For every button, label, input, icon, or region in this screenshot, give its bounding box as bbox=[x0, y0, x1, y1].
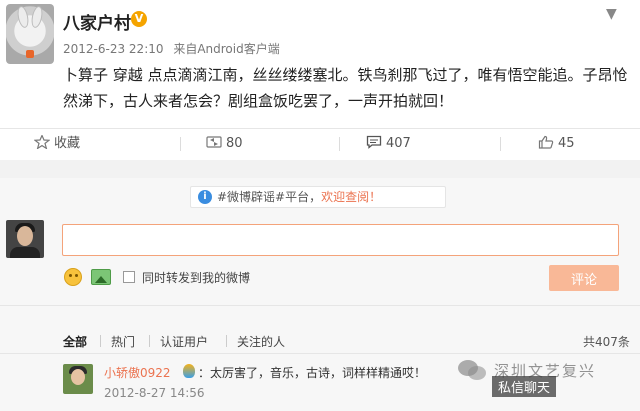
comment-time[interactable]: 2012-8-27 14:56 bbox=[104, 386, 205, 400]
comment-section: i #微博辟谣#平台，欢迎查阅！ 同时转发到我的微博 评论 全部 热门 认证用户… bbox=[0, 178, 640, 411]
tab-separator bbox=[226, 335, 227, 347]
action-separator bbox=[180, 137, 181, 151]
author-name[interactable]: 八家户村 bbox=[63, 9, 131, 34]
post-text: 卜算子 穿越 点点滴滴江南，丝丝缕缕塞北。铁鸟刹那飞过了，唯有悟空能追。子昂怆然… bbox=[63, 66, 628, 110]
current-user-avatar[interactable] bbox=[6, 220, 44, 258]
repost-button[interactable]: 80 bbox=[206, 129, 243, 159]
comment-button[interactable]: 407 bbox=[366, 129, 411, 159]
watermark-cta: 私信聊天 bbox=[492, 376, 557, 397]
comment-text: ：太厉害了，音乐，古诗，词样样精通哎！ bbox=[198, 366, 427, 380]
image-icon[interactable] bbox=[91, 269, 111, 285]
verified-icon: V bbox=[131, 11, 147, 27]
comment-total: 共407条 bbox=[583, 335, 630, 349]
avatar-body bbox=[10, 247, 40, 258]
comment-count: 407 bbox=[386, 136, 411, 151]
action-separator bbox=[339, 137, 340, 151]
avatar-carrot bbox=[26, 50, 34, 58]
post-date[interactable]: 2012-6-23 22:10 bbox=[63, 42, 164, 56]
tab-all[interactable]: 全部 bbox=[63, 333, 87, 350]
favorite-button[interactable]: 收藏 bbox=[33, 129, 81, 159]
comment-icon bbox=[366, 131, 382, 149]
avatar-ear bbox=[29, 5, 45, 29]
chevron-down-icon[interactable]: ▼ bbox=[606, 6, 617, 22]
divider bbox=[0, 305, 640, 306]
thumbs-up-icon bbox=[538, 131, 554, 149]
weibo-post: 八家户村 V ▼ 2012-6-23 22:10 来自Android客户端 卜算… bbox=[0, 0, 640, 160]
avatar-face bbox=[71, 369, 85, 385]
commenter-avatar[interactable] bbox=[63, 364, 93, 394]
tab-following[interactable]: 关注的人 bbox=[237, 333, 285, 350]
notice-text: #微博辟谣#平台， bbox=[217, 190, 322, 204]
like-button[interactable]: 45 bbox=[538, 129, 575, 159]
star-icon bbox=[33, 131, 51, 150]
wechat-icon bbox=[458, 358, 490, 384]
emoji-icon[interactable] bbox=[64, 268, 82, 286]
like-count: 45 bbox=[558, 136, 575, 151]
tab-hot[interactable]: 热门 bbox=[111, 333, 135, 350]
repost-checkbox[interactable] bbox=[123, 271, 135, 283]
favorite-label: 收藏 bbox=[54, 136, 81, 151]
repost-count: 80 bbox=[226, 136, 243, 151]
action-separator bbox=[500, 137, 501, 151]
balloon-badge-icon bbox=[183, 364, 195, 378]
repost-icon bbox=[206, 131, 222, 148]
section-gap bbox=[0, 160, 640, 178]
post-actions: 收藏 80 407 45 bbox=[0, 128, 640, 158]
post-meta: 2012-6-23 22:10 来自Android客户端 bbox=[63, 40, 280, 57]
author-avatar[interactable] bbox=[6, 4, 54, 64]
info-icon: i bbox=[198, 190, 212, 204]
submit-comment-button[interactable]: 评论 bbox=[549, 265, 619, 291]
rumor-notice[interactable]: i #微博辟谣#平台，欢迎查阅！ bbox=[190, 186, 446, 208]
tab-verified-users[interactable]: 认证用户 bbox=[160, 333, 208, 350]
repost-checkbox-label[interactable]: 同时转发到我的微博 bbox=[142, 269, 250, 286]
commenter-name[interactable]: 小轿傲0922 bbox=[104, 364, 171, 381]
post-source[interactable]: 来自Android客户端 bbox=[173, 42, 279, 56]
tabs-divider bbox=[0, 353, 640, 354]
tab-separator bbox=[100, 335, 101, 347]
avatar-face bbox=[17, 226, 33, 246]
notice-link[interactable]: 欢迎查阅！ bbox=[321, 190, 381, 204]
comment-input[interactable] bbox=[62, 224, 619, 256]
tab-separator bbox=[149, 335, 150, 347]
wechat-bubble bbox=[468, 366, 486, 380]
avatar-ear bbox=[15, 5, 31, 29]
